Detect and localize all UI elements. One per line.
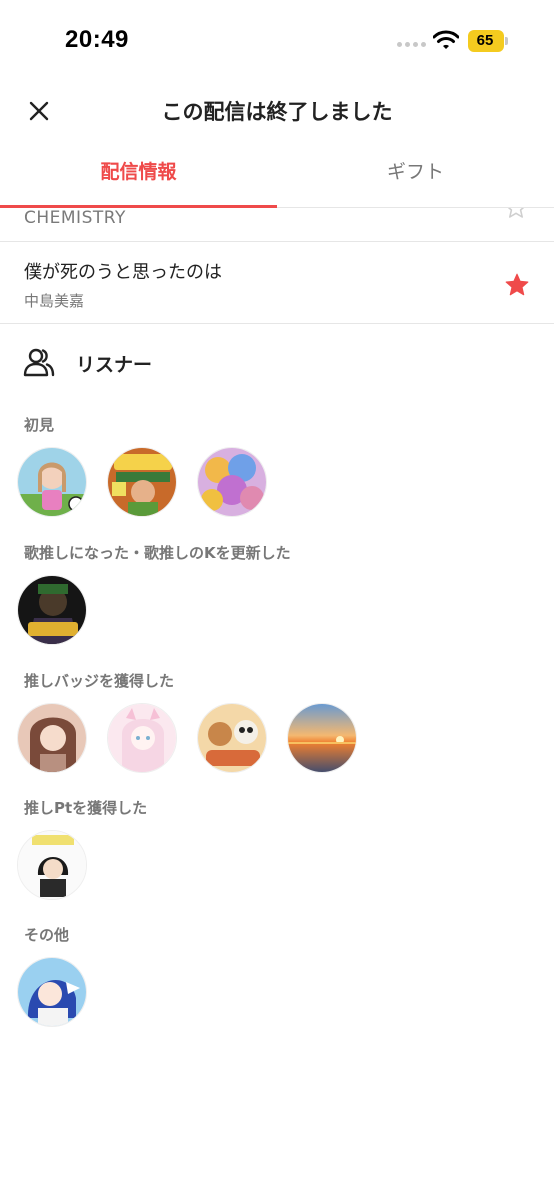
listener-avatar[interactable] [17,575,87,645]
header: この配信は終了しました [0,80,554,140]
listener-avatar[interactable] [107,703,177,773]
star-filled-icon[interactable] [504,272,530,302]
section-label: 推しバッジを獲得した [24,672,175,690]
star-outline-icon[interactable] [504,208,528,224]
listener-avatar[interactable] [17,703,87,773]
listener-avatar[interactable] [197,447,267,517]
song-artist: CHEMISTRY [24,208,126,228]
battery-level: 65 [476,32,494,49]
song-row[interactable]: CHEMISTRY [0,208,554,242]
listener-avatar[interactable] [17,830,87,900]
status-bar: 20:49 65 [0,0,554,80]
section-label: 初見 [24,416,55,434]
cellular-signal-icon [397,42,429,48]
listener-avatar[interactable] [287,703,357,773]
wifi-icon [432,30,460,50]
section-label: その他 [24,926,70,944]
listener-avatar[interactable] [17,447,87,517]
song-title: 僕が死のうと思ったのは [24,262,222,283]
listener-avatar[interactable] [107,447,177,517]
status-time: 20:49 [65,26,129,53]
tab-stream-info[interactable]: 配信情報 [0,140,277,208]
users-icon [22,347,56,377]
tab-gift[interactable]: ギフト [277,140,554,208]
listener-avatar[interactable] [17,957,87,1027]
song-row[interactable]: 僕が死のうと思ったのは 中島美嘉 [0,242,554,324]
listeners-title: リスナー [76,354,153,376]
section-label: 推しPtを獲得した [24,799,148,817]
song-artist: 中島美嘉 [24,292,85,310]
section-label: 歌推しになった・歌推しのKを更新した [24,544,291,562]
listener-avatar[interactable] [197,703,267,773]
tab-bar: 配信情報 ギフト [0,140,554,208]
battery-icon: 65 [468,30,508,52]
page-title: この配信は終了しました [161,100,393,124]
